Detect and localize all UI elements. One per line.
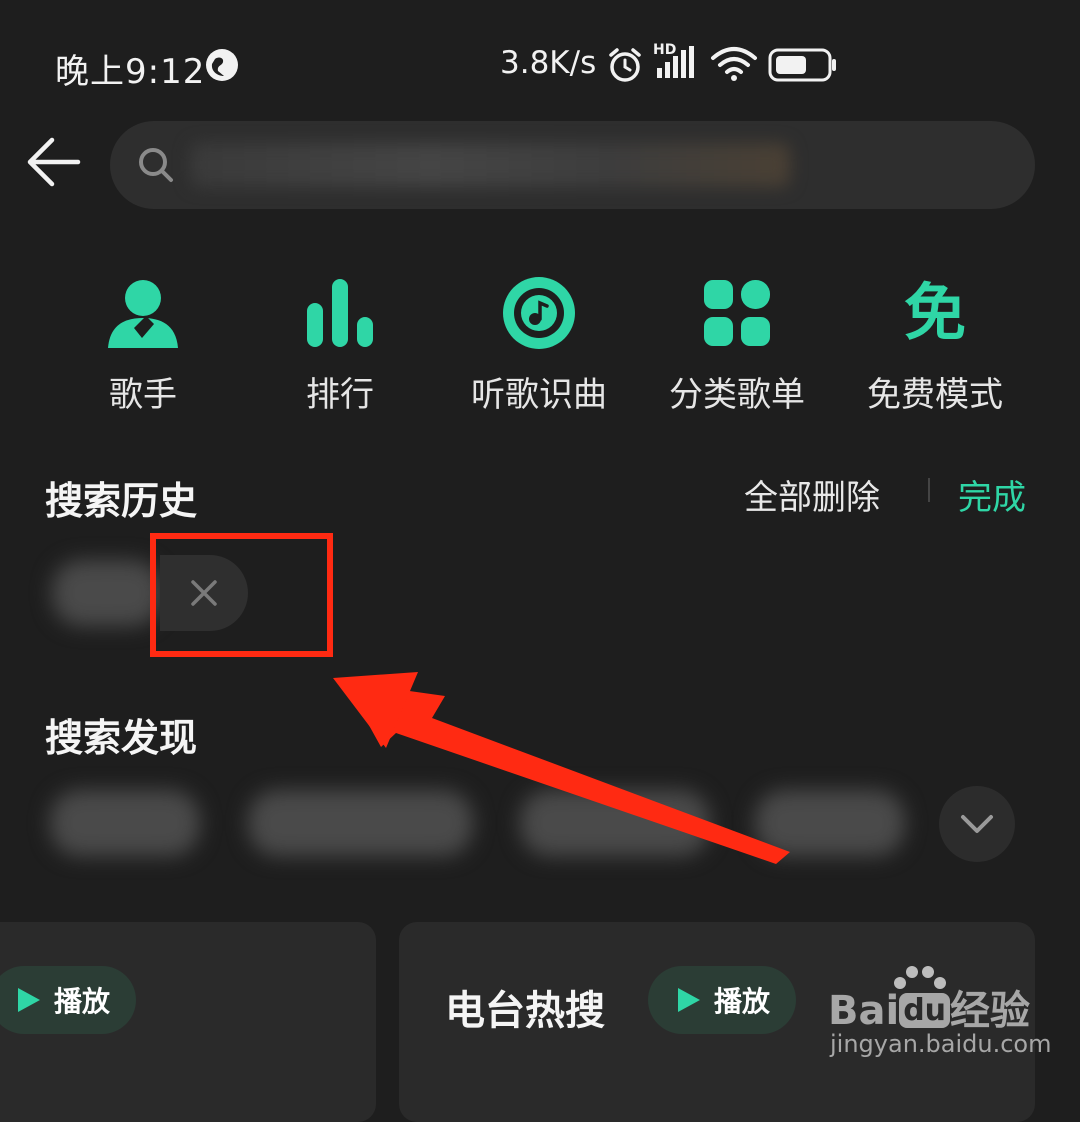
category-label: 排行 <box>306 375 374 415</box>
expand-button[interactable] <box>939 786 1015 862</box>
search-input[interactable] <box>110 121 1035 209</box>
network-speed: 3.8K/s <box>500 45 597 81</box>
paw-icon <box>894 966 946 989</box>
watermark-url: jingyan.baidu.com <box>830 1030 1052 1058</box>
play-button[interactable]: 播放 <box>0 966 136 1034</box>
category-singer[interactable]: 歌手 <box>53 270 233 416</box>
free-mode-icon: 免 <box>903 275 966 349</box>
singer-icon <box>108 279 178 348</box>
category-label: 歌手 <box>109 375 177 415</box>
play-icon <box>18 988 40 1012</box>
card-title: 电台热搜 <box>445 988 605 1034</box>
category-label: 听歌识曲 <box>471 375 607 415</box>
discover-title: 搜索发现 <box>45 716 198 760</box>
chart-bars-icon <box>307 278 373 347</box>
annotation-highlight-box <box>150 533 333 657</box>
play-icon <box>678 988 700 1012</box>
hot-search-card[interactable]: 播放 <box>0 922 376 1122</box>
discover-chip[interactable] <box>248 790 473 856</box>
discover-chip[interactable] <box>50 790 200 856</box>
history-chip[interactable] <box>52 560 162 626</box>
alarm-icon <box>609 48 641 82</box>
category-label: 免费模式 <box>867 375 1003 415</box>
category-ranking[interactable]: 排行 <box>250 270 430 416</box>
watermark-brand-du: du <box>899 993 951 1028</box>
play-label: 播放 <box>714 985 771 1018</box>
blurred-search-query <box>190 143 790 187</box>
back-arrow-icon[interactable] <box>22 130 86 194</box>
watermark-brand-bai: Bai <box>828 988 900 1034</box>
status-time: 晚上9:12 <box>55 52 206 92</box>
divider <box>928 478 930 502</box>
discover-chip[interactable] <box>755 790 905 856</box>
discover-chip[interactable] <box>520 790 710 856</box>
watermark-brand-cn: 经验 <box>950 988 1031 1034</box>
done-button[interactable]: 完成 <box>958 470 1026 519</box>
delete-all-button[interactable]: 全部删除 <box>744 470 880 519</box>
history-title: 搜索历史 <box>45 479 198 523</box>
search-icon <box>139 148 173 182</box>
category-grid-icon <box>704 279 770 346</box>
cellular-signal-icon <box>657 46 694 78</box>
music-disc-icon <box>503 276 575 349</box>
app-notification-icon <box>206 49 238 81</box>
wifi-icon <box>711 47 757 81</box>
play-button[interactable]: 播放 <box>648 966 796 1034</box>
play-label: 播放 <box>54 985 111 1018</box>
chevron-down-icon <box>961 815 993 833</box>
category-playlists[interactable]: 分类歌单 <box>647 270 827 416</box>
category-label: 分类歌单 <box>669 375 805 415</box>
category-song-recognition[interactable]: 听歌识曲 <box>449 270 629 416</box>
category-free-mode[interactable]: 免 免费模式 <box>845 270 1025 416</box>
battery-icon <box>768 48 836 82</box>
